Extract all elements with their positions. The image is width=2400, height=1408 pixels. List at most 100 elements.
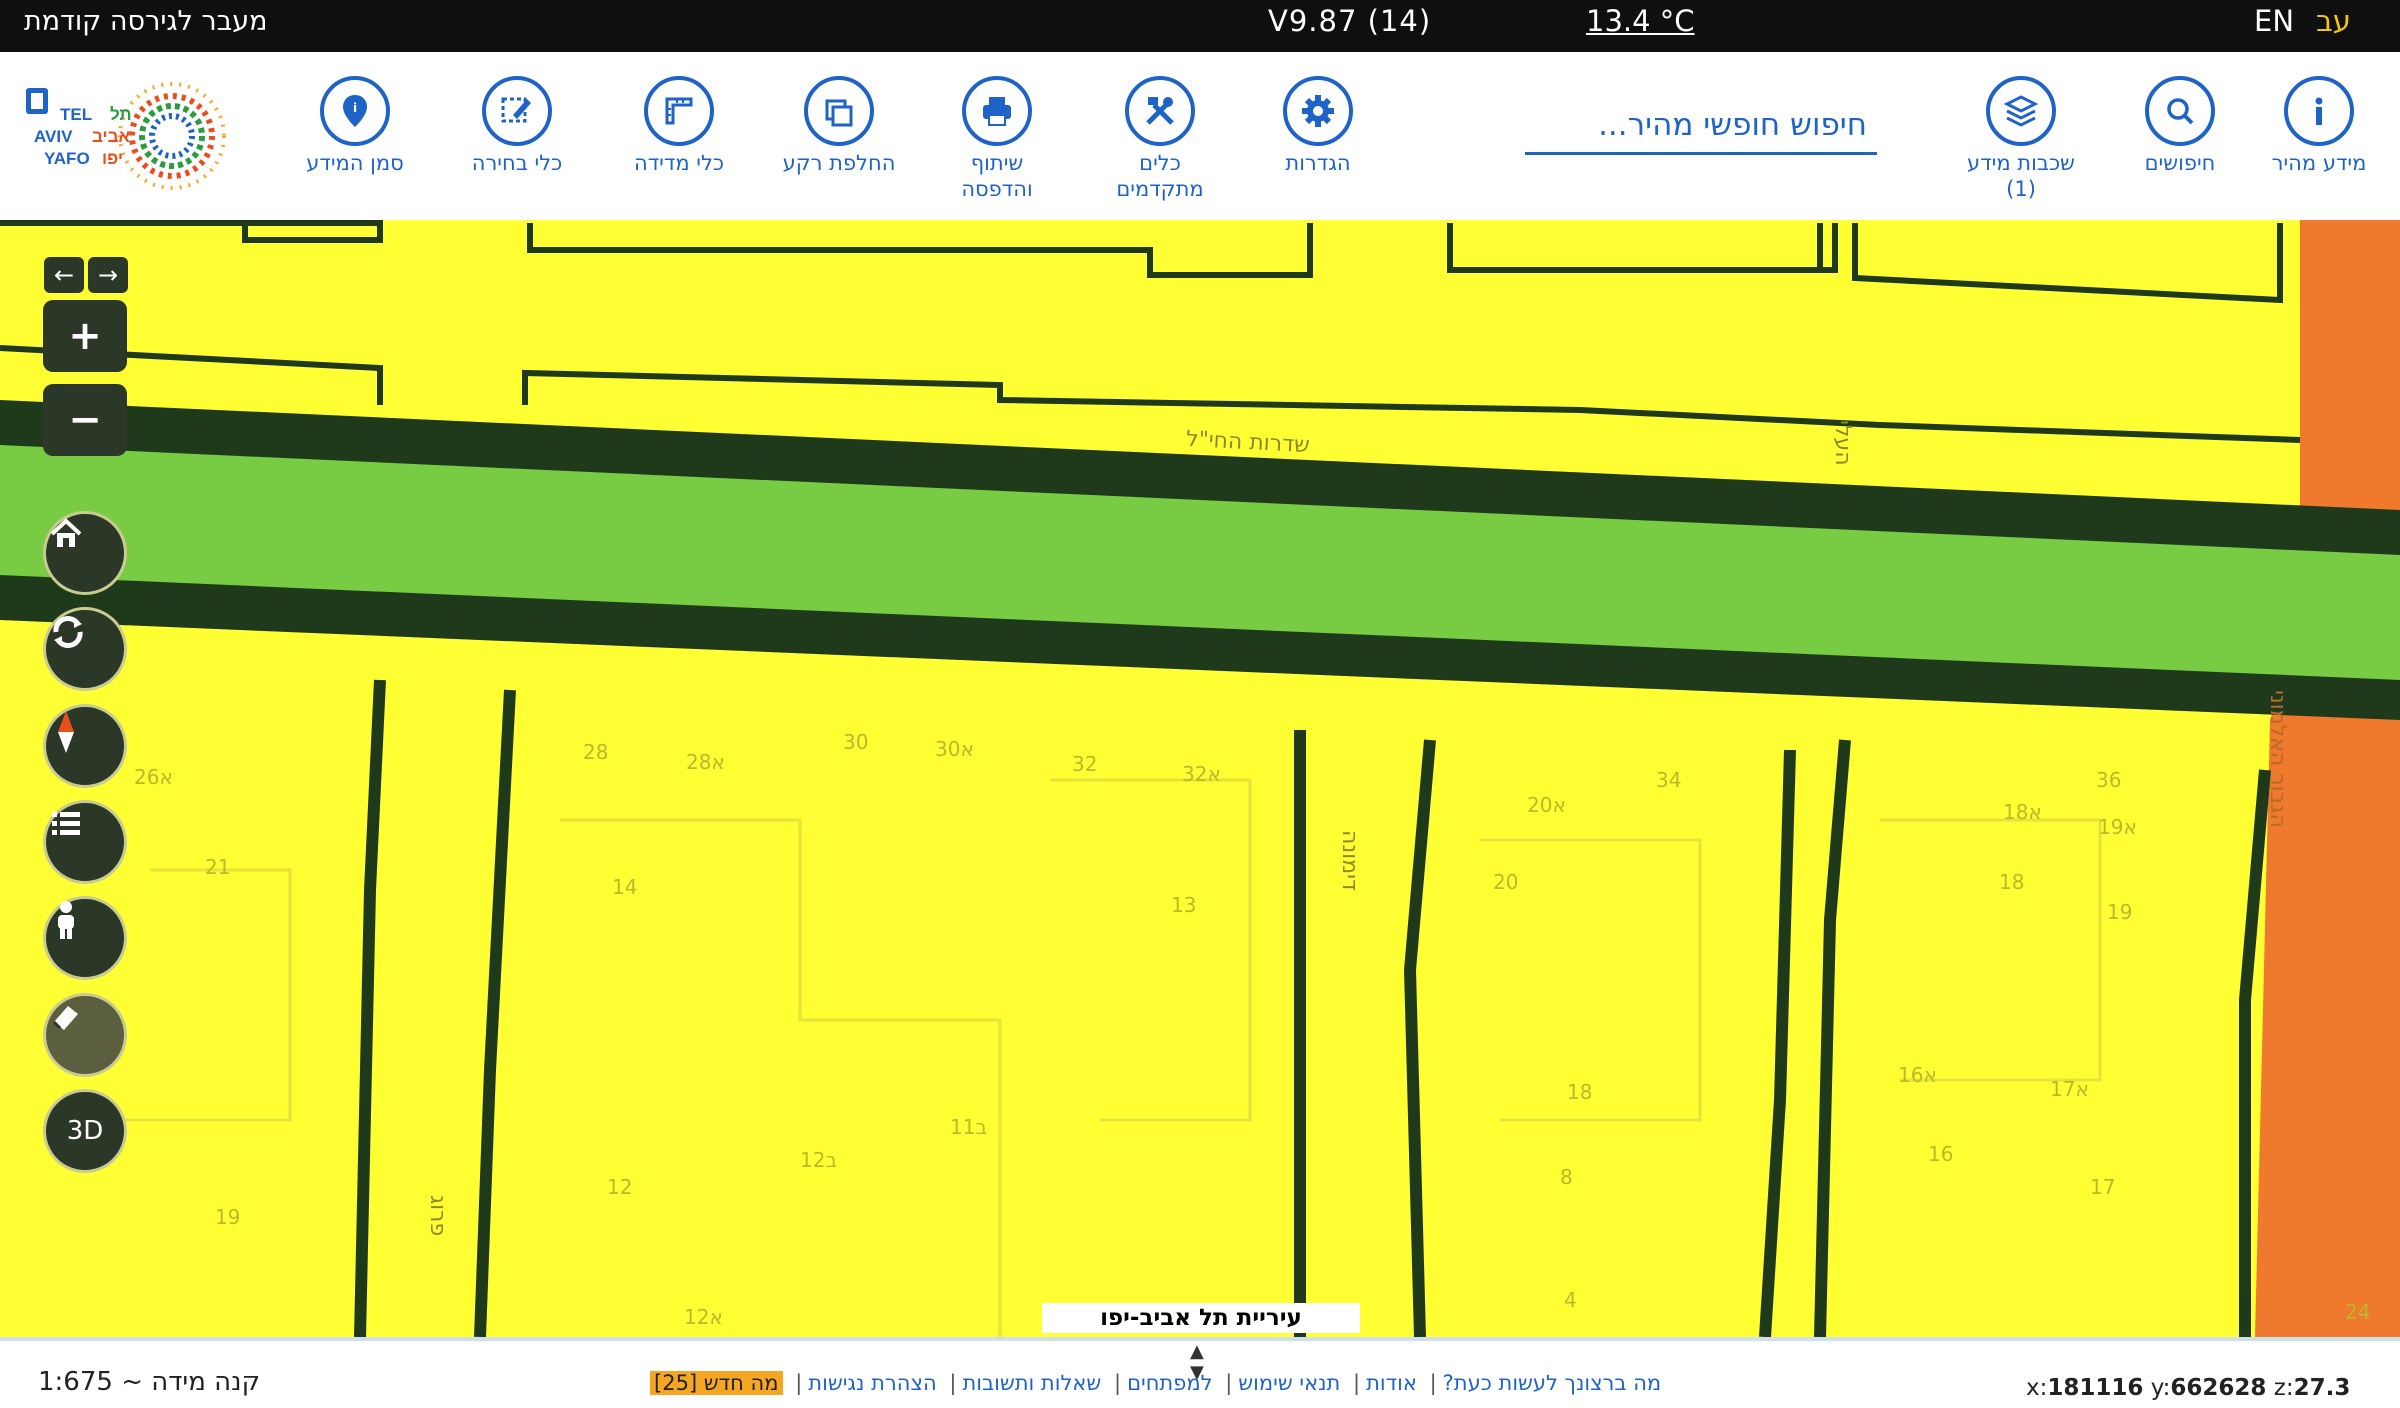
tool-label: כלי מדידה	[633, 151, 725, 175]
temperature-link[interactable]: 13.4 °C	[1586, 4, 1695, 38]
logo-text-tel: TEL	[60, 105, 92, 124]
legend-list-button[interactable]	[43, 800, 127, 884]
parcel-label: 20א	[1527, 793, 1566, 817]
info-layers-button[interactable]: שכבות מידע (1)	[1946, 76, 2096, 202]
language-he-button[interactable]: עב	[2316, 4, 2351, 38]
map-pin-icon: i	[343, 95, 367, 127]
settings-button[interactable]: הגדרות	[1243, 76, 1393, 176]
compass-button[interactable]	[43, 704, 127, 788]
logo-text-yafo: YAFO	[44, 149, 90, 168]
parcel-label: 28א	[686, 750, 725, 774]
parcel-label: 12א	[684, 1305, 723, 1329]
map-canvas[interactable]: שדרות החי"ל הגבור האלמוני דימונה פרוג הע…	[0, 220, 2400, 1337]
quick-search-field[interactable]	[1525, 102, 1877, 155]
tool-label: חיפושים	[2144, 151, 2216, 175]
eraser-button[interactable]	[43, 993, 127, 1077]
emblem-icon	[26, 88, 48, 114]
parcel-label: 8	[1560, 1165, 1573, 1189]
info-marker-button[interactable]: i סמן המידע	[280, 76, 430, 176]
next-extent-button[interactable]: →	[88, 257, 128, 293]
arrow-right-icon: →	[97, 261, 119, 289]
whats-new-badge[interactable]: מה חדש [25]	[650, 1371, 783, 1395]
version-label: V9.87 (14)	[1268, 4, 1432, 38]
tool-label: החלפת רקע	[782, 151, 896, 175]
compass-icon	[58, 711, 74, 753]
searches-button[interactable]: חיפושים	[2105, 76, 2255, 176]
tool-label: כלי בחירה	[471, 151, 563, 175]
parcel-label: 18	[1999, 870, 2025, 894]
parcel-label: 36	[2096, 768, 2122, 792]
logo-text-aviv: AVIV	[34, 127, 73, 146]
parcel-label: 32	[1072, 752, 1098, 776]
tool-label: מידע מהיר	[2271, 151, 2367, 175]
measure-tool-button[interactable]: כלי מדידה	[604, 76, 754, 176]
footer-link-accessibility[interactable]: הצהרת נגישות	[808, 1371, 936, 1395]
tel-aviv-logo[interactable]: TEL AVIV YAFO תל אביב יפו	[22, 78, 252, 198]
toolbar: TEL AVIV YAFO תל אביב יפו i סמן המידע כל…	[0, 52, 2400, 222]
refresh-button[interactable]	[43, 607, 127, 691]
parcel-label: 11ב	[950, 1115, 988, 1139]
city-attribution-label: עיריית תל אביב-יפו	[1042, 1303, 1360, 1333]
stack-icon	[2003, 95, 2039, 127]
parcel-label: 34	[1656, 768, 1682, 792]
parcel-label: 18א	[2003, 800, 2042, 824]
coordinates-readout: x:181116 y:662628 z:27.3	[2026, 1375, 2351, 1401]
parcel-label: 12ב	[800, 1148, 838, 1172]
previous-version-link[interactable]: מעבר לגירסה קודמת	[24, 6, 268, 37]
parcel-label: 21	[205, 855, 231, 879]
parcel-label: 13	[1171, 893, 1197, 917]
parcel-label: 26א	[134, 765, 173, 789]
footer-link-terms[interactable]: תנאי שימוש	[1238, 1371, 1340, 1395]
refresh-icon	[53, 616, 83, 648]
parcel-label: 17א	[2050, 1077, 2089, 1101]
footer-link-what-to-do[interactable]: מה ברצונך לעשות כעת?	[1443, 1371, 1662, 1395]
parcel-label: 24	[2345, 1300, 2371, 1324]
zoom-in-button[interactable]: +	[43, 300, 127, 372]
home-icon	[50, 518, 82, 547]
parcel-label: 16	[1928, 1142, 1954, 1166]
arrow-left-icon: ←	[53, 261, 75, 289]
parcel-label: 28	[583, 740, 609, 764]
advanced-tools-button[interactable]: כלים מתקדמים	[1085, 76, 1235, 202]
eraser-icon	[52, 1006, 78, 1030]
minus-icon: −	[68, 397, 102, 443]
home-button[interactable]	[43, 511, 127, 595]
parcel-label: 19א	[2098, 815, 2137, 839]
bottom-bar: ▲ ▼ קנה מידה ~ 1:675 מה ברצונך לעשות כעת?…	[0, 1337, 2400, 1408]
logo-text-yafo-he: יפו	[102, 149, 123, 168]
list-icon	[52, 812, 80, 835]
search-input[interactable]	[1525, 102, 1877, 148]
person-icon	[58, 901, 74, 939]
gear-icon	[1302, 95, 1334, 127]
parcel-label: 16א	[1898, 1063, 1937, 1087]
ruler-icon	[665, 97, 693, 125]
parcel-label: 20	[1493, 870, 1519, 894]
tool-label: סמן המידע	[306, 151, 404, 175]
select-tool-button[interactable]: כלי בחירה	[442, 76, 592, 176]
parcel-label: 18	[1567, 1080, 1593, 1104]
quick-info-button[interactable]: מידע מהיר	[2244, 76, 2394, 176]
street-label: הגבור האלמוני	[2265, 690, 2290, 828]
coord-y: 662628	[2170, 1375, 2267, 1401]
scale-label: קנה מידה ~ 1:675	[38, 1367, 261, 1397]
tools-icon	[1146, 97, 1174, 125]
tool-label: כלים מתקדמים	[1116, 151, 1204, 201]
zoom-out-button[interactable]: −	[43, 384, 127, 456]
footer-link-about[interactable]: אודות	[1366, 1371, 1417, 1395]
logo-burst-icon	[118, 82, 226, 190]
tool-label: הגדרות	[1285, 151, 1351, 175]
footer-link-faq[interactable]: שאלות ותשובות	[962, 1371, 1101, 1395]
language-en-button[interactable]: EN	[2254, 4, 2294, 38]
logo-text-tel-he: תל	[110, 105, 132, 124]
change-background-button[interactable]: החלפת רקע	[764, 76, 914, 176]
footer-link-developers[interactable]: למפתחים	[1127, 1371, 1212, 1395]
parcel-label: 32א	[1182, 762, 1221, 786]
previous-extent-button[interactable]: ←	[44, 257, 84, 293]
parcel-label: 17	[2090, 1175, 2116, 1199]
three-d-label: 3D	[66, 1116, 104, 1146]
tool-label: שכבות מידע (1)	[1967, 151, 2075, 201]
street-view-button[interactable]	[43, 896, 127, 980]
three-d-button[interactable]: 3D	[43, 1089, 127, 1173]
logo-text-aviv-he: אביב	[92, 127, 131, 146]
share-print-button[interactable]: שיתוף והדפסה	[922, 76, 1072, 202]
